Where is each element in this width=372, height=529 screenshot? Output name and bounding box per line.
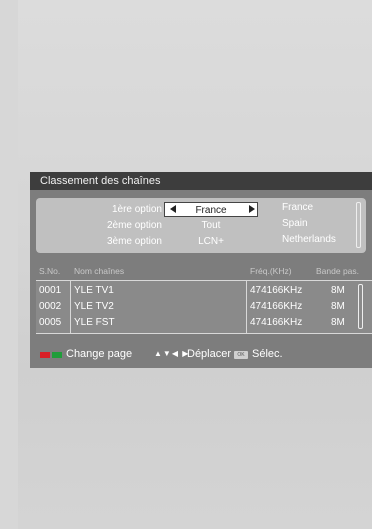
- country-item[interactable]: Spain: [282, 218, 308, 229]
- cell-name: YLE TV2: [74, 301, 114, 312]
- channel-list-scrollbar[interactable]: [358, 284, 363, 329]
- ok-key-icon: OK: [234, 351, 248, 359]
- option-row-2[interactable]: 2ème option Tout: [36, 218, 286, 234]
- country-item[interactable]: France: [282, 202, 313, 213]
- help-bar: Change page ▲▼◀ ▶ Déplacer OK Sélec.: [30, 344, 372, 366]
- option-label: 1ère option: [111, 204, 162, 215]
- option-row-3[interactable]: 3ème option LCN+: [36, 234, 286, 250]
- header-name: Nom chaînes: [74, 266, 125, 276]
- move-hint: Déplacer: [187, 348, 232, 360]
- select-hint: Sélec.: [252, 348, 283, 360]
- arrow-left-icon[interactable]: [170, 205, 176, 213]
- cell-name: YLE FST: [74, 317, 115, 328]
- nav-arrows-icon: ▲▼◀ ▶: [154, 349, 190, 358]
- header-freq: Fréq.(KHz): [250, 266, 292, 276]
- cell-sno: 0005: [39, 317, 62, 328]
- header-band: Bande pas.: [316, 266, 360, 276]
- green-key-icon: [52, 352, 62, 358]
- channel-list-header: S.No. Nom chaînes Fréq.(KHz) Bande pas.: [36, 264, 372, 278]
- option-label: 3ème option: [106, 236, 162, 247]
- cell-sno: 0001: [39, 285, 62, 296]
- option-value[interactable]: France: [164, 202, 258, 217]
- country-item[interactable]: Netherlands: [282, 234, 336, 245]
- option-value[interactable]: Tout: [164, 220, 258, 231]
- option-row-1[interactable]: 1ère option France: [36, 202, 286, 218]
- cell-freq: 474166KHz: [250, 285, 303, 296]
- header-sno: S.No.: [39, 266, 61, 276]
- channel-list: 0001 YLE TV1 474166KHz 8M 0002 YLE TV2 4…: [36, 280, 372, 334]
- country-list-panel: France Spain Netherlands: [276, 198, 366, 253]
- cell-band: 8M: [331, 285, 345, 296]
- cell-band: 8M: [331, 317, 345, 328]
- table-row[interactable]: 0001 YLE TV1 474166KHz 8M: [36, 283, 372, 299]
- sort-options-panel: 1ère option France 2ème option Tout 3ème…: [36, 198, 286, 253]
- option-value[interactable]: LCN+: [164, 236, 258, 247]
- option-label: 2ème option: [106, 220, 162, 231]
- cell-freq: 474166KHz: [250, 317, 303, 328]
- change-page-hint: Change page: [66, 348, 133, 360]
- cell-freq: 474166KHz: [250, 301, 303, 312]
- cell-sno: 0002: [39, 301, 62, 312]
- red-key-icon: [40, 352, 50, 358]
- country-scrollbar[interactable]: [356, 202, 361, 248]
- channel-sort-dialog: Classement des chaînes 1ère option Franc…: [30, 172, 372, 368]
- table-row[interactable]: 0002 YLE TV2 474166KHz 8M: [36, 299, 372, 315]
- table-row[interactable]: 0005 YLE FST 474166KHz 8M: [36, 315, 372, 331]
- cell-band: 8M: [331, 301, 345, 312]
- dialog-title: Classement des chaînes: [30, 172, 372, 190]
- arrow-right-icon[interactable]: [249, 205, 255, 213]
- cell-name: YLE TV1: [74, 285, 114, 296]
